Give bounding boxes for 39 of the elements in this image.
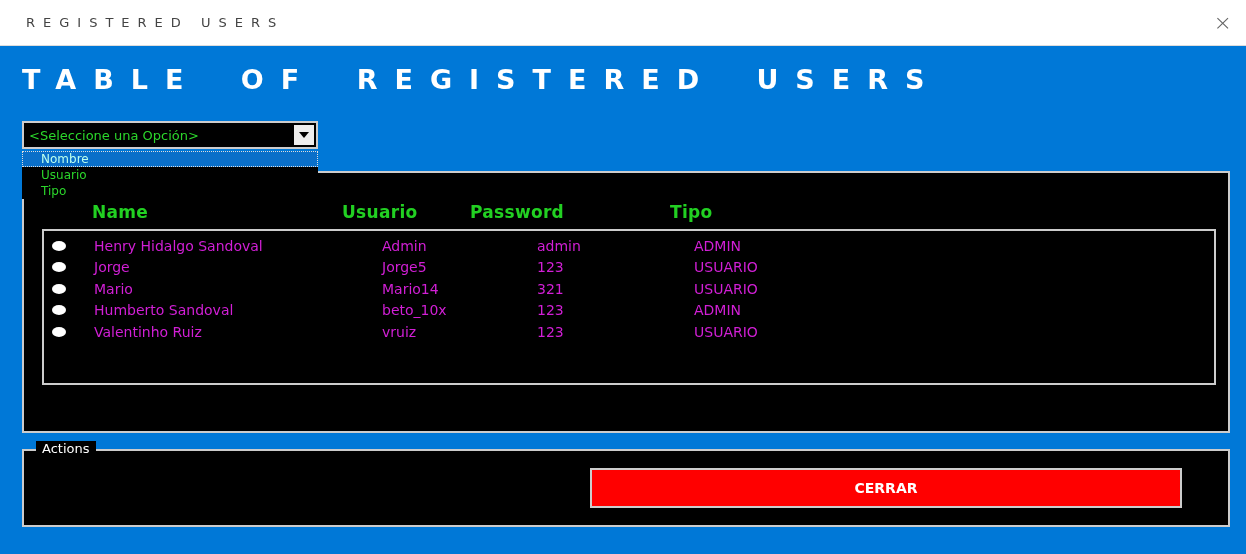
dropdown-option[interactable]: Tipo <box>22 183 318 199</box>
table-cell-text: Mario <box>94 280 134 297</box>
table-cell-text: 123 <box>537 259 565 276</box>
table-cell-text: USUARIO <box>694 259 759 276</box>
dropdown-option[interactable]: Nombre <box>22 151 318 167</box>
table-cell-text: ADMIN <box>694 302 743 319</box>
table-cell-text: 321 <box>537 280 565 297</box>
group-legend: Actions <box>36 441 96 456</box>
radio-button[interactable] <box>52 283 66 294</box>
table-cell-text: ADMIN <box>694 237 743 254</box>
option-dropdown[interactable]: <Seleccione una Opción> <box>22 121 318 149</box>
column-header: Tipo <box>670 202 714 222</box>
radio-button[interactable] <box>52 262 66 273</box>
close-button[interactable]: × <box>1213 10 1232 35</box>
table-cell-text: beto_10x <box>382 302 448 319</box>
caret-icon <box>299 132 309 138</box>
table-cell-text: Humberto Sandoval <box>94 302 235 319</box>
dropdown-option[interactable]: Usuario <box>22 167 318 183</box>
table-cell-text: Henry Hidalgo Sandoval <box>94 237 264 254</box>
table-cell-text: 123 <box>537 323 565 340</box>
radio-button[interactable] <box>52 240 66 251</box>
table-cell-text: admin <box>537 237 582 254</box>
column-header: Password <box>470 202 566 222</box>
table-cell-text: Jorge5 <box>382 259 428 276</box>
table-cell-text: USUARIO <box>694 323 759 340</box>
table-cell-text: Valentinho Ruiz <box>94 323 203 340</box>
window-title: REGISTERED USERS <box>26 15 285 30</box>
column-header: Usuario <box>342 202 419 222</box>
table-cell-text: vruiz <box>382 323 418 340</box>
table-cell-text: 123 <box>537 302 565 319</box>
table-cell-text: Jorge <box>94 259 131 276</box>
table-cell-text: Admin <box>382 237 428 254</box>
close-button[interactable]: CERRAR <box>590 468 1182 508</box>
heading: TABLE OF REGISTERED USERS <box>22 64 943 95</box>
table-cell-text: Mario14 <box>382 280 440 297</box>
radio-button[interactable] <box>52 326 66 337</box>
table-cell-text: USUARIO <box>694 280 759 297</box>
radio-button[interactable] <box>52 305 66 316</box>
column-header: Name <box>92 202 150 222</box>
